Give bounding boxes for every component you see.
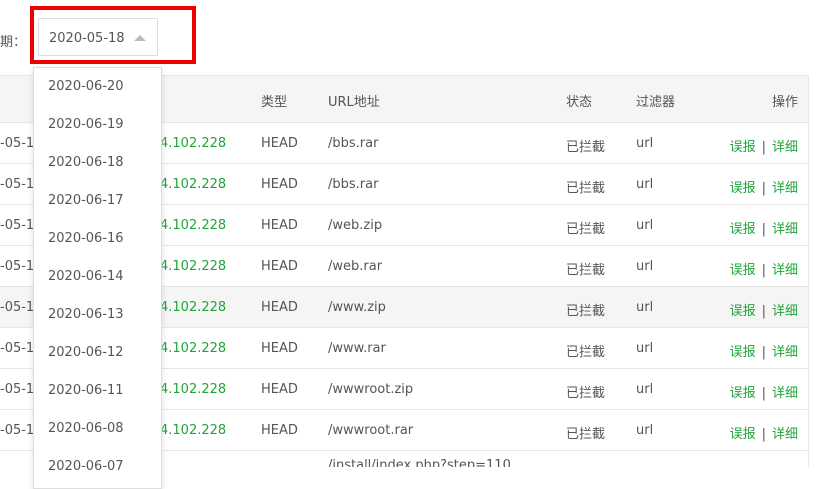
cell-ip: 4.102.228 [160, 382, 227, 397]
header-ops: 操作 [771, 95, 798, 110]
cell-status: 已拦截 [566, 304, 606, 319]
cell-ip: 4.102.228 [160, 300, 227, 315]
cell-ip: 4.102.228 [160, 218, 227, 233]
cell-type: HEAD [261, 259, 298, 274]
cell-url: /www.rar [328, 341, 386, 356]
report-false-positive-link[interactable]: 误报 [730, 427, 756, 442]
cell-type: HEAD [261, 423, 298, 438]
ops-separator: | [761, 345, 766, 360]
detail-link[interactable]: 详细 [772, 386, 798, 401]
detail-link[interactable]: 详细 [772, 181, 798, 196]
report-false-positive-link[interactable]: 误报 [730, 304, 756, 319]
dropdown-option[interactable]: 2020-06-12 [34, 334, 161, 372]
cell-status: 已拦截 [566, 140, 606, 155]
cell-url: /wwwroot.rar [328, 423, 414, 438]
ops-separator: | [761, 386, 766, 401]
dropdown-option[interactable]: 2020-06-13 [34, 296, 161, 334]
cell-type: HEAD [261, 177, 298, 192]
cell-filter: url [636, 259, 654, 274]
dropdown-option[interactable]: 2020-06-18 [34, 144, 161, 182]
ops-separator: | [761, 140, 766, 155]
cell-filter: url [636, 341, 654, 356]
dropdown-option[interactable]: 2020-06-08 [34, 410, 161, 448]
cell-url: /wwwroot.zip [328, 382, 414, 397]
detail-link[interactable]: 详细 [772, 222, 798, 237]
cell-url: /bbs.rar [328, 177, 379, 192]
dropdown-option[interactable]: 2020-06-07 [34, 448, 161, 486]
cell-time: -05-1 [0, 177, 35, 192]
report-false-positive-link[interactable]: 误报 [730, 386, 756, 401]
cell-type: HEAD [261, 382, 298, 397]
dropdown-option[interactable]: 2020-06-20 [34, 68, 161, 106]
cell-ops: 误报 | 详细 [730, 136, 798, 155]
cell-filter: url [636, 423, 654, 438]
cell-status: 已拦截 [566, 386, 606, 401]
date-filter-label: 期： [0, 35, 27, 50]
cell-url: /web.rar [328, 259, 383, 274]
cell-time: -05-1 [0, 259, 35, 274]
dropdown-option[interactable]: 2020-06-17 [34, 182, 161, 220]
report-false-positive-link[interactable]: 误报 [730, 140, 756, 155]
ops-separator: | [761, 263, 766, 278]
dropdown-option[interactable]: 2020-06-16 [34, 220, 161, 258]
cell-ops: 误报 | 详细 [730, 177, 798, 196]
ops-separator: | [761, 222, 766, 237]
cell-time: -05-1 [0, 218, 35, 233]
dropdown-option[interactable]: 2020-06-11 [34, 372, 161, 410]
cell-status: 已拦截 [566, 345, 606, 360]
detail-link[interactable]: 详细 [772, 304, 798, 319]
report-false-positive-link[interactable]: 误报 [730, 222, 756, 237]
cell-time: -05-1 [0, 300, 35, 315]
cell-filter: url [636, 136, 654, 151]
cell-url: /www.zip [328, 300, 386, 315]
header-status: 状态 [566, 95, 593, 110]
cell-filter: url [636, 177, 654, 192]
dropdown-option[interactable]: 2020-06-14 [34, 258, 161, 296]
report-false-positive-link[interactable]: 误报 [730, 263, 756, 278]
cell-status: 已拦截 [566, 427, 606, 442]
cell-filter: url [636, 382, 654, 397]
header-filter: 过滤器 [636, 95, 676, 110]
report-false-positive-link[interactable]: 误报 [730, 345, 756, 360]
cell-ip: 4.102.228 [160, 136, 227, 151]
header-type: 类型 [261, 95, 288, 110]
cell-type: HEAD [261, 341, 298, 356]
header-url: URL地址 [328, 95, 380, 110]
cell-ip: 4.102.228 [160, 259, 227, 274]
cell-type: HEAD [261, 136, 298, 151]
cell-status: 已拦截 [566, 181, 606, 196]
cell-type: HEAD [261, 218, 298, 233]
ops-separator: | [761, 304, 766, 319]
ops-separator: | [761, 181, 766, 196]
cell-type: HEAD [261, 300, 298, 315]
cell-ops: 误报 | 详细 [730, 300, 798, 319]
cell-ops: 误报 | 详细 [730, 382, 798, 401]
cell-url: /bbs.rar [328, 136, 379, 151]
cell-time: -05-1 [0, 423, 35, 438]
cell-ip: 4.102.228 [160, 341, 227, 356]
cell-time: -05-1 [0, 382, 35, 397]
cell-filter: url [636, 300, 654, 315]
ops-separator: | [761, 427, 766, 442]
detail-link[interactable]: 详细 [772, 427, 798, 442]
cell-ops: 误报 | 详细 [730, 341, 798, 360]
date-dropdown: 2020-06-20 2020-06-19 2020-06-18 2020-06-17… [33, 67, 162, 489]
cell-ops: 误报 | 详细 [730, 423, 798, 442]
cell-url: /web.zip [328, 218, 383, 233]
report-false-positive-link[interactable]: 误报 [730, 181, 756, 196]
detail-link[interactable]: 详细 [772, 345, 798, 360]
cell-ip: 4.102.228 [160, 177, 227, 192]
detail-link[interactable]: 详细 [772, 263, 798, 278]
cell-ops: 误报 | 详细 [730, 218, 798, 237]
highlight-box [30, 6, 196, 64]
cell-ops: 误报 | 详细 [730, 259, 798, 278]
detail-link[interactable]: 详细 [772, 140, 798, 155]
dropdown-option[interactable]: 2020-06-19 [34, 106, 161, 144]
cell-ip: 4.102.228 [160, 423, 227, 438]
cell-status: 已拦截 [566, 222, 606, 237]
cell-time: -05-1 [0, 341, 35, 356]
cell-filter: url [636, 218, 654, 233]
cell-status: 已拦截 [566, 263, 606, 278]
cell-time: -05-1 [0, 136, 35, 151]
